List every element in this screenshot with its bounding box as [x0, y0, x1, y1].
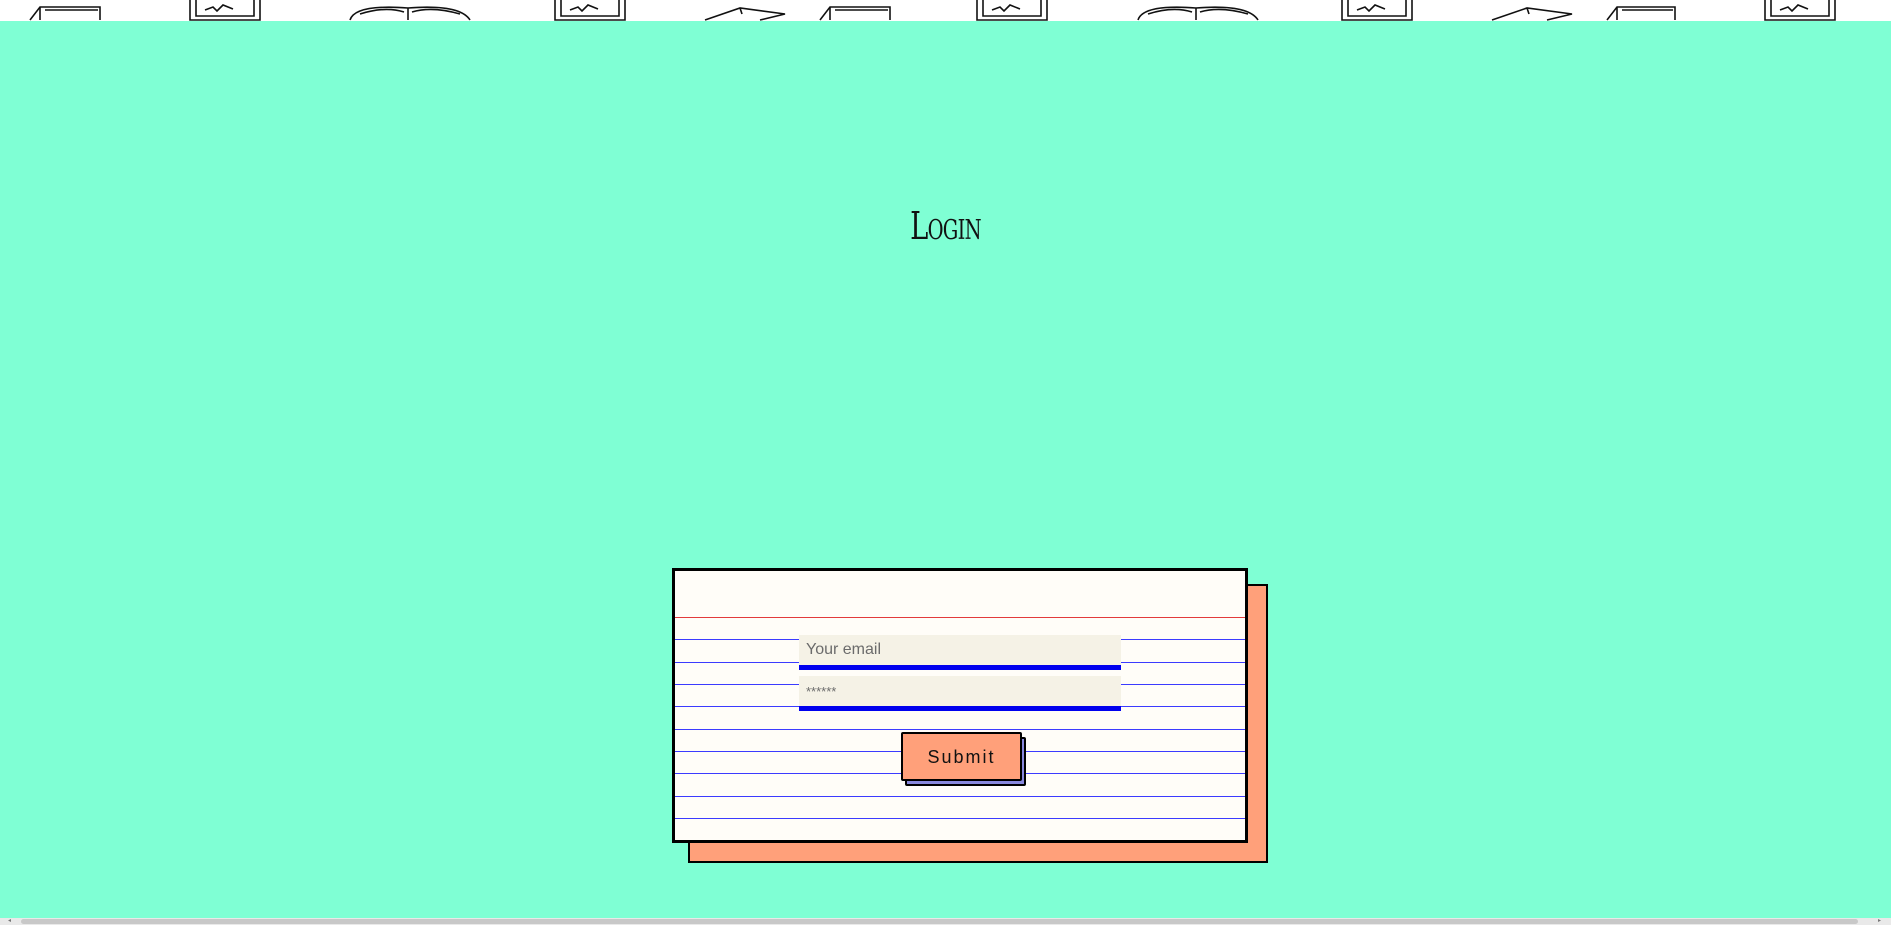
book-pattern-banner — [0, 0, 1891, 21]
scroll-right-icon[interactable]: ▸ — [1878, 918, 1881, 925]
ruled-line — [675, 818, 1245, 819]
margin-line — [675, 617, 1245, 618]
scroll-left-icon[interactable]: ◂ — [8, 918, 11, 925]
password-field[interactable] — [799, 676, 1121, 711]
ruled-line — [675, 729, 1245, 730]
login-card: Submit — [672, 568, 1248, 843]
submit-button[interactable]: Submit — [901, 732, 1022, 781]
email-field[interactable] — [799, 635, 1121, 670]
page-title: Login — [910, 204, 981, 248]
scrollbar-thumb[interactable] — [21, 919, 1858, 924]
ruled-line — [675, 796, 1245, 797]
book-sketch-icon — [29, 0, 1836, 21]
horizontal-scrollbar[interactable]: ◂ ▸ — [0, 918, 1891, 925]
